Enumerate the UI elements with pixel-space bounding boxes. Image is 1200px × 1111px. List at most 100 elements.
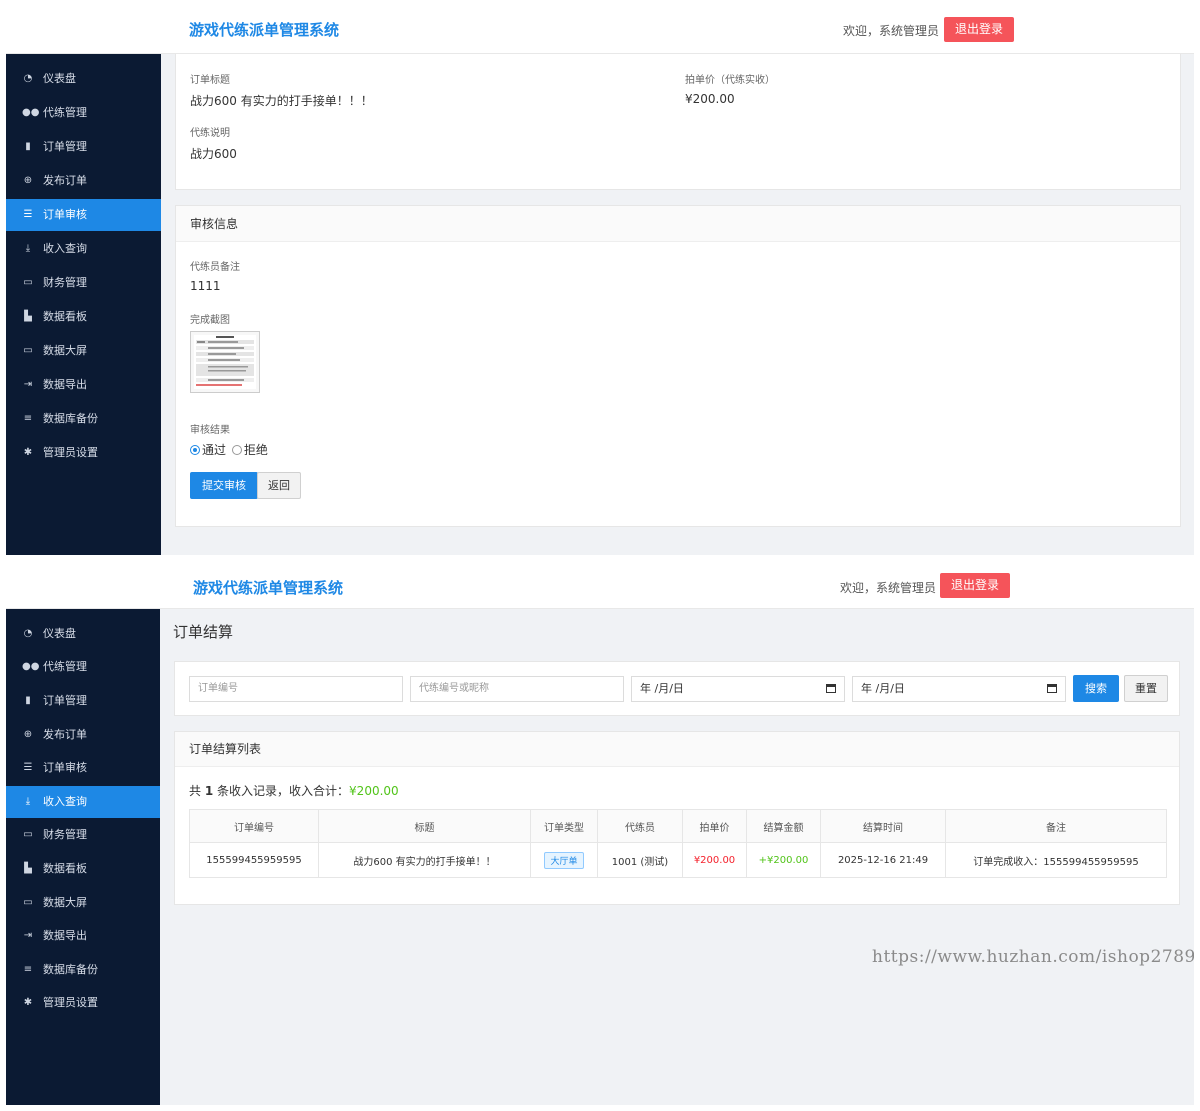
sidebar-item-backup[interactable]: ≡ 数据库备份 (6, 954, 160, 986)
summary-line: 共 1 条收入记录，收入合计：¥200.00 (189, 782, 399, 799)
sidebar-item-label: 财务管理 (43, 828, 87, 841)
sidebar-item-label: 数据看板 (43, 310, 87, 323)
welcome-text: 欢迎，系统管理员 (843, 24, 940, 38)
sidebar-item-label: 仪表盘 (43, 72, 76, 85)
audit-card: 审核信息 代练员备注 1111 完成截图 审核结果 通过 拒绝 提交审核 返回 (175, 205, 1181, 527)
top-bar: 游戏代练派单管理系统 欢迎，系统管理员 退出登录 (6, 555, 1194, 609)
sidebar-item-income[interactable]: ⤓ 收入查询 (6, 233, 161, 265)
database-icon: ≡ (23, 964, 33, 975)
gear-icon: ✱ (23, 447, 33, 458)
note-value: 1111 (190, 279, 221, 293)
price-cell: ¥200.00 (682, 842, 747, 878)
remark-cell: 订单完成收入：155599455959595 (945, 842, 1167, 878)
desc-label: 代练说明 (190, 128, 230, 139)
sidebar-item-databoard[interactable]: ▙ 数据看板 (6, 301, 161, 333)
download-icon: ⤓ (25, 796, 31, 807)
pass-radio[interactable] (190, 445, 200, 455)
money-icon: ▭ (23, 277, 33, 288)
sidebar-item-bigscreen[interactable]: ▭ 数据大屏 (6, 335, 161, 367)
list-check-icon: ☰ (23, 209, 33, 220)
sidebar-item-orders[interactable]: ▮ 订单管理 (6, 131, 161, 163)
column-header: 拍单价 (682, 809, 747, 843)
order-info-card: 订单标题 战力600 有实力的打手接单！！！ 拍单价（代练实收） ¥200.00… (175, 54, 1181, 190)
users-icon: ●● (22, 661, 40, 672)
dashboard-icon: ◔ (23, 73, 33, 84)
reject-radio[interactable] (231, 445, 242, 455)
sidebar-item-orders[interactable]: ▮ 订单管理 (6, 685, 160, 717)
sidebar-item-label: 数据库备份 (43, 963, 98, 976)
reset-button[interactable]: 重置 (1124, 675, 1168, 702)
reject-radio-label[interactable]: 拒绝 (244, 443, 268, 457)
sidebar-item-finance[interactable]: ▭ 财务管理 (6, 819, 160, 851)
amount-cell: +¥200.00 (746, 842, 821, 878)
settlement-panel: 游戏代练派单管理系统 欢迎，系统管理员 退出登录 ◔ 仪表盘 ●● 代练管理 ▮ 订单… (6, 555, 1194, 1105)
date-from-text: 年 /月/日 (640, 682, 684, 695)
sidebar-item-publish[interactable]: ⊕ 发布订单 (6, 719, 160, 751)
back-button[interactable]: 返回 (257, 472, 301, 499)
sidebar: ◔ 仪表盘 ●● 代练管理 ▮ 订单管理 ⊕ 发布订单 ☰ 订单审核 ⤓ 收入查询 ▭ 财务管… (6, 54, 161, 555)
sidebar-item-admin[interactable]: ✱ 管理员设置 (6, 987, 160, 1019)
plus-circle-icon: ⊕ (23, 175, 33, 186)
time-cell: 2025-12-16 21:49 (820, 842, 946, 878)
sidebar-item-label: 仪表盘 (43, 627, 76, 640)
column-header: 代练员 (597, 809, 683, 843)
sidebar-item-label: 发布订单 (43, 174, 87, 187)
table-header-row: 订单编号 标题 订单类型 代练员 拍单价 结算金额 结算时间 备注 (189, 809, 1167, 843)
order-title-label: 订单标题 (190, 75, 230, 86)
gear-icon: ✱ (23, 997, 33, 1008)
sidebar-item-label: 收入查询 (43, 795, 87, 808)
sidebar-item-boosters[interactable]: ●● 代练管理 (6, 97, 161, 129)
column-header: 订单编号 (189, 809, 319, 843)
sidebar-item-databoard[interactable]: ▙ 数据看板 (6, 853, 160, 885)
watermark-text: https://www.huzhan.com/ishop27890 (872, 947, 1194, 967)
sidebar-item-review[interactable]: ☰ 订单审核 (6, 199, 161, 231)
download-icon: ⤓ (25, 243, 31, 254)
logout-button[interactable]: 退出登录 (944, 17, 1015, 42)
completion-screenshot-thumbnail[interactable] (190, 331, 260, 393)
calendar-icon[interactable] (1047, 684, 1057, 693)
chart-icon: ▙ (24, 863, 32, 874)
column-header: 结算时间 (820, 809, 946, 843)
sidebar-item-dashboard[interactable]: ◔ 仪表盘 (6, 618, 160, 650)
search-button[interactable]: 搜索 (1073, 675, 1119, 702)
monitor-icon: ▭ (23, 897, 33, 908)
monitor-icon: ▭ (23, 345, 33, 356)
sidebar-item-export[interactable]: ⇥ 数据导出 (6, 369, 161, 401)
date-from-input[interactable]: 年 /月/日 (631, 676, 845, 702)
booster-cell: 1001 (测试) (597, 842, 683, 878)
sidebar-item-label: 数据库备份 (43, 412, 98, 425)
sidebar-item-admin[interactable]: ✱ 管理员设置 (6, 437, 161, 469)
welcome-text: 欢迎，系统管理员 (840, 581, 937, 595)
sidebar-item-export[interactable]: ⇥ 数据导出 (6, 920, 160, 952)
screenshot-label: 完成截图 (190, 315, 230, 326)
export-icon: ⇥ (23, 930, 33, 941)
sidebar-item-income[interactable]: ⤓ 收入查询 (6, 786, 160, 818)
sidebar-item-finance[interactable]: ▭ 财务管理 (6, 267, 161, 299)
sidebar-item-backup[interactable]: ≡ 数据库备份 (6, 403, 161, 435)
sidebar: ◔ 仪表盘 ●● 代练管理 ▮ 订单管理 ⊕ 发布订单 ☰ 订单审核 ⤓ 收入查询 ▭ 财务管… (6, 609, 160, 1105)
calendar-icon[interactable] (826, 684, 836, 693)
logout-button[interactable]: 退出登录 (940, 573, 1011, 598)
sidebar-item-boosters[interactable]: ●● 代练管理 (6, 651, 160, 683)
table-row[interactable]: 155599455959595 战力600 有实力的打手接单！！ 大厅单 100… (189, 842, 1167, 878)
pass-radio-label[interactable]: 通过 (202, 443, 226, 457)
database-icon: ≡ (23, 413, 33, 424)
sidebar-item-dashboard[interactable]: ◔ 仪表盘 (6, 63, 161, 95)
column-header: 订单类型 (530, 809, 598, 843)
sidebar-item-label: 数据大屏 (43, 344, 87, 357)
sidebar-item-bigscreen[interactable]: ▭ 数据大屏 (6, 887, 160, 919)
sidebar-item-label: 代练管理 (43, 106, 87, 119)
booster-input[interactable]: 代练编号或昵称 (410, 676, 624, 702)
type-cell: 大厅单 (530, 842, 598, 878)
list-header: 订单结算列表 (175, 732, 1179, 767)
sidebar-item-review[interactable]: ☰ 订单审核 (6, 752, 160, 784)
sidebar-item-label: 代练管理 (43, 660, 87, 673)
sidebar-item-publish[interactable]: ⊕ 发布订单 (6, 165, 161, 197)
sidebar-item-label: 管理员设置 (43, 446, 98, 459)
summary-mid: 条收入记录，收入合计： (217, 784, 350, 798)
clipboard-icon: ▮ (25, 695, 31, 706)
order-no-input[interactable]: 订单编号 (189, 676, 403, 702)
date-to-input[interactable]: 年 /月/日 (852, 676, 1066, 702)
submit-review-button[interactable]: 提交审核 (190, 472, 258, 499)
summary-count: 1 (204, 784, 214, 798)
